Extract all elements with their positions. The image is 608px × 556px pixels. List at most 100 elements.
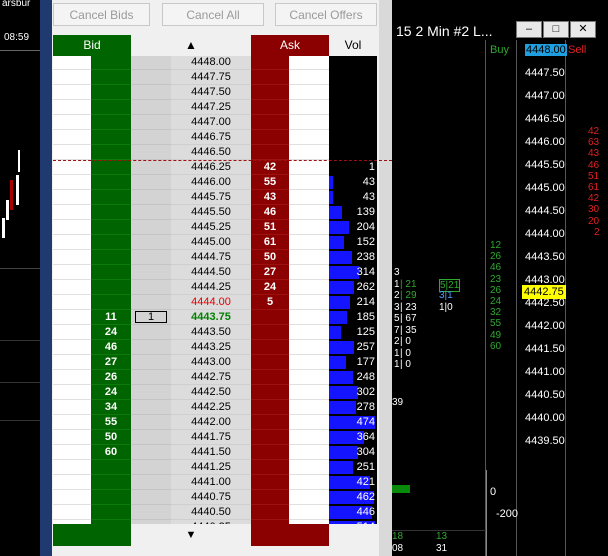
price-cell[interactable]: 4441.50	[171, 445, 251, 460]
ask-size-cell[interactable]: 42	[251, 160, 289, 175]
price-cell[interactable]: 4443.00	[171, 355, 251, 370]
bid-order-cell[interactable]	[53, 475, 91, 490]
bid-order-cell[interactable]	[53, 445, 91, 460]
bid-size-cell[interactable]: 60	[91, 445, 131, 460]
ask-size-cell[interactable]	[251, 145, 289, 160]
ask-size-cell[interactable]: 5	[251, 295, 289, 310]
bid-size-cell[interactable]	[91, 160, 131, 175]
bid-size-cell[interactable]: 46	[91, 340, 131, 355]
price-cell[interactable]: 4443.50	[171, 325, 251, 340]
bid-order-cell[interactable]	[53, 190, 91, 205]
bid-order-cell[interactable]	[53, 56, 91, 70]
ask-size-cell[interactable]: 51	[251, 220, 289, 235]
ask-size-cell[interactable]	[251, 430, 289, 445]
bid-order-cell[interactable]	[53, 220, 91, 235]
ask-order-cell[interactable]	[289, 475, 329, 490]
ask-order-cell[interactable]	[289, 280, 329, 295]
bid-order-cell[interactable]	[53, 355, 91, 370]
price-cell[interactable]: 4445.00	[171, 235, 251, 250]
ask-size-cell[interactable]	[251, 355, 289, 370]
ask-order-cell[interactable]	[289, 325, 329, 340]
cancel-bids-button[interactable]: Cancel Bids	[53, 3, 150, 26]
ask-order-cell[interactable]	[289, 295, 329, 310]
my-order-cell[interactable]	[131, 160, 171, 175]
bid-size-cell[interactable]: 11	[91, 310, 131, 325]
bid-order-cell[interactable]	[53, 415, 91, 430]
ask-size-cell[interactable]	[251, 385, 289, 400]
bid-size-cell[interactable]: 24	[91, 325, 131, 340]
bid-order-cell[interactable]	[53, 160, 91, 175]
bid-order-cell[interactable]	[53, 175, 91, 190]
ask-size-cell[interactable]	[251, 490, 289, 505]
ask-order-cell[interactable]	[289, 70, 329, 85]
bid-size-cell[interactable]	[91, 280, 131, 295]
bid-size-cell[interactable]: 50	[91, 430, 131, 445]
ask-size-cell[interactable]	[251, 415, 289, 430]
bid-size-cell[interactable]	[91, 475, 131, 490]
ask-size-cell[interactable]	[251, 460, 289, 475]
bid-size-cell[interactable]	[91, 220, 131, 235]
bid-size-cell[interactable]: 27	[91, 355, 131, 370]
price-cell[interactable]: 4447.75	[171, 70, 251, 85]
bid-header[interactable]: Bid	[53, 35, 131, 56]
bid-order-cell[interactable]	[53, 325, 91, 340]
ask-order-cell[interactable]	[289, 145, 329, 160]
bid-order-cell[interactable]	[53, 430, 91, 445]
ask-order-cell[interactable]	[289, 130, 329, 145]
my-order-cell[interactable]	[131, 280, 171, 295]
bid-order-cell[interactable]	[53, 280, 91, 295]
price-cell[interactable]: 4446.25	[171, 160, 251, 175]
bid-order-cell[interactable]	[53, 145, 91, 160]
ask-order-cell[interactable]	[289, 385, 329, 400]
my-order-cell[interactable]	[131, 430, 171, 445]
bid-order-cell[interactable]	[53, 85, 91, 100]
ask-size-cell[interactable]	[251, 310, 289, 325]
bid-size-cell[interactable]: 26	[91, 370, 131, 385]
ask-order-cell[interactable]	[289, 490, 329, 505]
my-order-cell[interactable]	[131, 220, 171, 235]
price-cell[interactable]: 4446.50	[171, 145, 251, 160]
bid-size-cell[interactable]	[91, 505, 131, 520]
ask-order-cell[interactable]	[289, 205, 329, 220]
ask-order-cell[interactable]	[289, 160, 329, 175]
my-order-cell[interactable]	[131, 205, 171, 220]
bid-order-cell[interactable]	[53, 340, 91, 355]
my-order-cell[interactable]	[131, 115, 171, 130]
bid-order-cell[interactable]	[53, 70, 91, 85]
working-order-qty[interactable]: 1	[135, 311, 167, 323]
ask-order-cell[interactable]	[289, 370, 329, 385]
ask-size-cell[interactable]	[251, 475, 289, 490]
bid-size-cell[interactable]	[91, 145, 131, 160]
ask-order-cell[interactable]	[289, 175, 329, 190]
ask-order-cell[interactable]	[289, 265, 329, 280]
price-cell[interactable]: 4447.25	[171, 100, 251, 115]
my-order-cell[interactable]: 1	[131, 310, 171, 325]
price-cell[interactable]: 4446.00	[171, 175, 251, 190]
price-cell[interactable]: 4442.00	[171, 415, 251, 430]
my-order-cell[interactable]	[131, 340, 171, 355]
bid-footer[interactable]	[53, 524, 131, 546]
bid-size-cell[interactable]	[91, 130, 131, 145]
ask-size-cell[interactable]	[251, 325, 289, 340]
my-order-cell[interactable]	[131, 190, 171, 205]
bid-order-cell[interactable]	[53, 265, 91, 280]
bid-order-cell[interactable]	[53, 205, 91, 220]
bid-order-cell[interactable]	[53, 460, 91, 475]
ask-size-cell[interactable]	[251, 70, 289, 85]
ask-order-cell[interactable]	[289, 250, 329, 265]
bid-size-cell[interactable]	[91, 490, 131, 505]
price-cell[interactable]: 4443.75	[171, 310, 251, 325]
bid-size-cell[interactable]	[91, 235, 131, 250]
ask-size-cell[interactable]	[251, 445, 289, 460]
minimize-icon[interactable]: –	[516, 21, 542, 38]
bid-size-cell[interactable]: 55	[91, 415, 131, 430]
my-order-cell[interactable]	[131, 400, 171, 415]
my-order-cell[interactable]	[131, 295, 171, 310]
ask-size-cell[interactable]	[251, 400, 289, 415]
my-order-cell[interactable]	[131, 325, 171, 340]
my-order-cell[interactable]	[131, 475, 171, 490]
bid-size-cell[interactable]	[91, 190, 131, 205]
ask-size-cell[interactable]	[251, 100, 289, 115]
ask-order-cell[interactable]	[289, 430, 329, 445]
scroll-up-icon[interactable]: ▲	[131, 35, 251, 56]
